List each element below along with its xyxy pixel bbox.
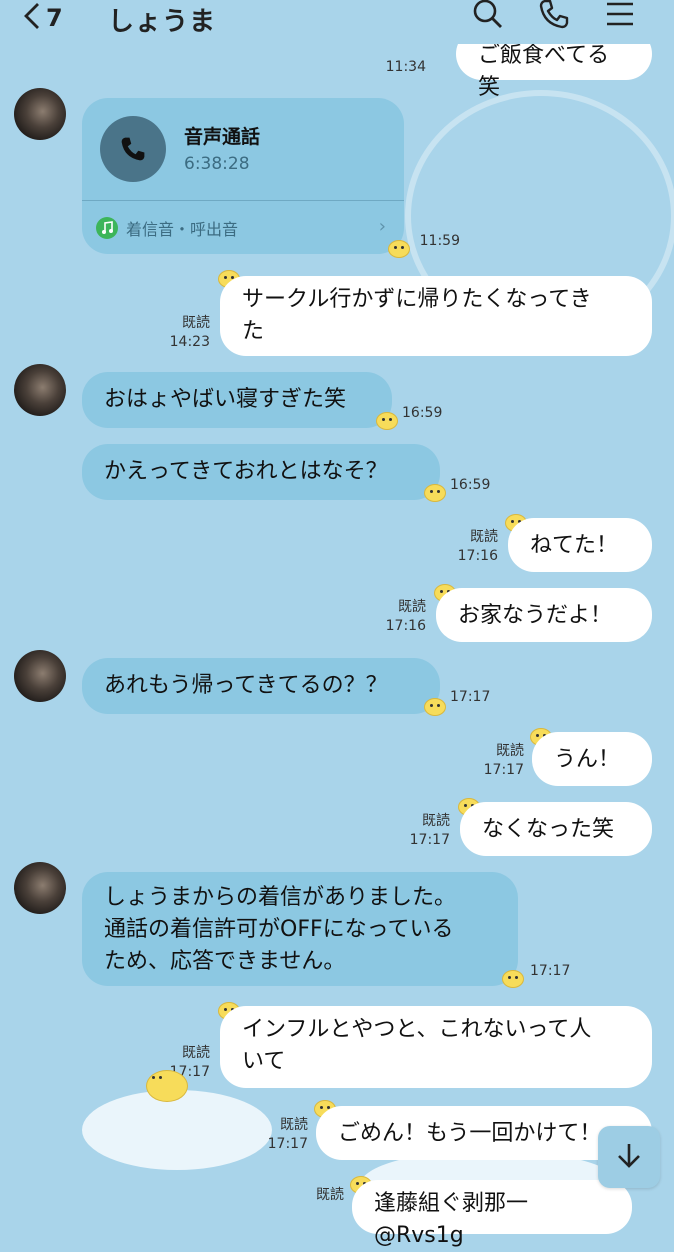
- message-bubble-outgoing[interactable]: ねてた！: [508, 518, 652, 572]
- unread-count: 7: [46, 4, 63, 32]
- message-bubble-outgoing[interactable]: 逢藤組ぐ剥那一@Rvs1g: [352, 1180, 632, 1248]
- message-bubble-outgoing[interactable]: インフルとやつと、これないって人 いて: [220, 1006, 652, 1088]
- message-time: 17:17: [530, 963, 571, 979]
- voice-call-card[interactable]: 音声通話 6:38:28 着信音・呼出音 ›: [82, 98, 404, 254]
- message-time: 11:59: [419, 233, 460, 249]
- message-bubble-incoming[interactable]: おはょやばい寝すぎた笑: [82, 372, 392, 428]
- phone-icon: [538, 0, 570, 34]
- message-bubble-outgoing[interactable]: うん！: [532, 732, 652, 786]
- read-receipt: 既読: [422, 813, 450, 829]
- message-bubble-outgoing[interactable]: サークル行かずに帰りたくなってき た: [220, 276, 652, 356]
- call-title: 音声通話: [184, 126, 261, 148]
- chick-sticker-icon: [376, 412, 398, 430]
- avatar[interactable]: [14, 364, 66, 416]
- read-receipt: 既読: [470, 529, 498, 545]
- avatar[interactable]: [14, 88, 66, 140]
- search-icon: [472, 0, 504, 34]
- music-note-icon: [96, 217, 118, 239]
- scroll-to-bottom-button[interactable]: [598, 1126, 660, 1188]
- ringtone-label: 着信音・呼出音: [126, 220, 239, 239]
- chick-sticker-icon: [146, 1070, 188, 1102]
- chick-sticker-icon: [388, 240, 410, 258]
- read-receipt: 既読: [182, 315, 210, 331]
- avatar[interactable]: [14, 862, 66, 914]
- chick-sticker-icon: [502, 970, 524, 988]
- message-time: 17:16: [385, 618, 426, 634]
- read-receipt: 既読: [398, 599, 426, 615]
- message-time: 17:17: [450, 689, 491, 705]
- search-button[interactable]: [470, 0, 506, 32]
- menu-button[interactable]: [602, 0, 638, 32]
- chick-sticker-icon: [424, 698, 446, 716]
- read-receipt: 既読: [280, 1117, 308, 1133]
- message-bubble-incoming[interactable]: かえってきておれとはなそ？: [82, 444, 440, 500]
- message-bubble-outgoing[interactable]: なくなった笑: [460, 802, 652, 856]
- chevron-right-icon: ›: [378, 216, 386, 237]
- read-receipt: 既読: [496, 743, 524, 759]
- message-time: 17:17: [267, 1136, 308, 1152]
- message-time: 14:23: [169, 334, 210, 350]
- hamburger-menu-icon: [605, 1, 635, 31]
- call-button[interactable]: [536, 0, 572, 32]
- chick-sticker-icon: [424, 484, 446, 502]
- message-bubble-outgoing[interactable]: お家なうだよ！: [436, 588, 652, 642]
- read-receipt: 既読: [182, 1045, 210, 1061]
- read-receipt: 既読: [316, 1187, 344, 1203]
- chevron-left-icon: [22, 1, 42, 35]
- message-time: 17:16: [457, 548, 498, 564]
- divider: [82, 200, 404, 201]
- phone-icon: [100, 116, 166, 182]
- message-time: 16:59: [402, 405, 443, 421]
- message-time: 17:17: [483, 762, 524, 778]
- message-bubble-incoming[interactable]: しょうまからの着信がありました。 通話の着信許可がOFFになっている ため、応答…: [82, 872, 518, 986]
- message-time: 17:17: [409, 832, 450, 848]
- arrow-down-icon: [614, 1140, 644, 1174]
- message-time: 11:34: [385, 59, 426, 75]
- message-bubble-incoming[interactable]: あれもう帰ってきてるの？？: [82, 658, 440, 714]
- call-duration: 6:38:28: [184, 154, 250, 174]
- chat-title: しょうま: [108, 7, 217, 37]
- avatar[interactable]: [14, 650, 66, 702]
- back-button-overlay[interactable]: 7: [22, 0, 63, 36]
- message-time: 16:59: [450, 477, 491, 493]
- ringtone-link[interactable]: 着信音・呼出音: [96, 216, 238, 240]
- background-cloud-bottom: [82, 1090, 272, 1170]
